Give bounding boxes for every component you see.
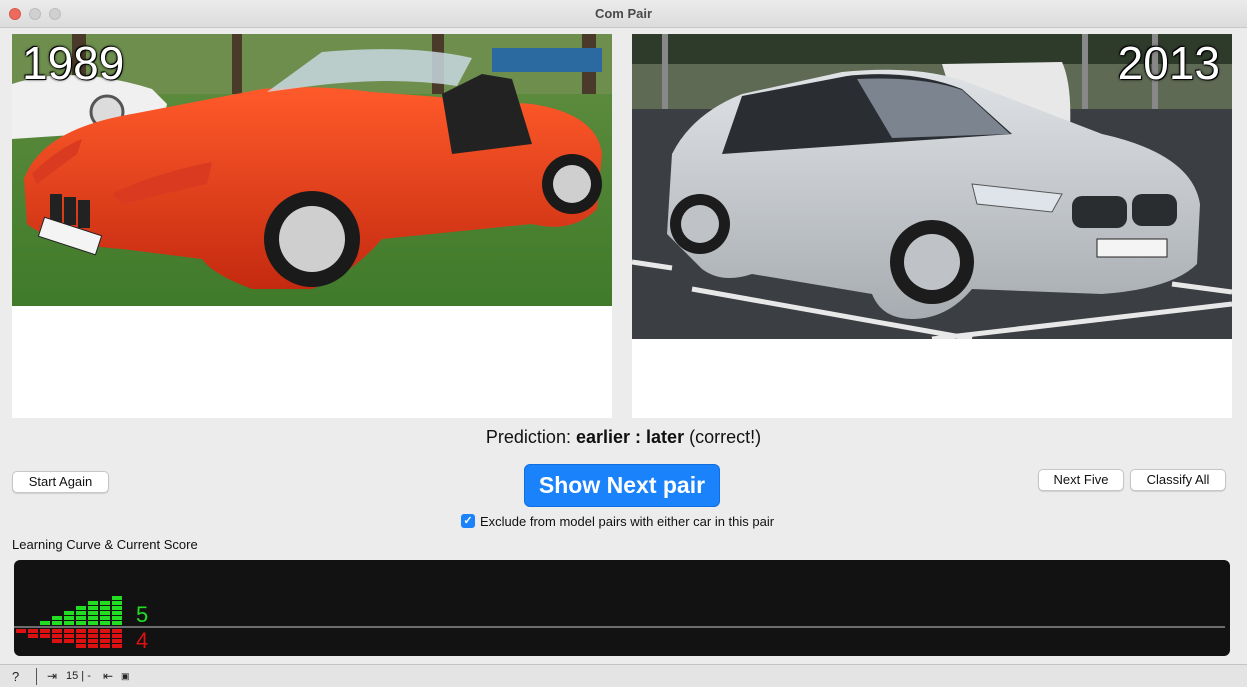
correct-bar-segment [100, 601, 110, 605]
wrong-bar-segment [40, 634, 50, 638]
correct-bar-segment [76, 621, 86, 625]
correct-score: 5 [136, 602, 148, 627]
correct-bar-segment [64, 611, 74, 615]
correct-bar-segment [100, 621, 110, 625]
wrong-bar-segment [52, 634, 62, 638]
wrong-bar-segment [112, 634, 122, 638]
wrong-score: 4 [136, 628, 148, 653]
correct-bar-segment [112, 611, 122, 615]
show-next-pair-button[interactable]: Show Next pair [524, 464, 720, 507]
prediction-prefix: Prediction: [485, 427, 571, 447]
correct-bar-segment [88, 606, 98, 610]
learning-curve-label: Learning Curve & Current Score [12, 537, 198, 552]
wrong-bar-segment [112, 639, 122, 643]
correct-bar-segment [52, 616, 62, 620]
wrong-bar-segment [76, 629, 86, 633]
correct-bar-segment [76, 606, 86, 610]
wrong-bar-segment [52, 629, 62, 633]
learning-curve-chart: 5 4 [14, 596, 1225, 653]
wrong-bar-segment [76, 644, 86, 648]
wrong-bar-segment [52, 639, 62, 643]
correct-bar-segment [112, 606, 122, 610]
correct-bar-segment [64, 616, 74, 620]
wrong-bar-segment [100, 639, 110, 643]
correct-bar-segment [112, 596, 122, 600]
wrong-bar-segment [100, 644, 110, 648]
correct-bar-segment [76, 611, 86, 615]
prediction-text: Prediction: earlier : later (correct!) [0, 427, 1247, 448]
learning-curve-panel: 5 4 [14, 560, 1230, 656]
wrong-bar-segment [64, 639, 74, 643]
wrong-bar-segment [28, 629, 38, 633]
exclude-label: Exclude from model pairs with either car… [480, 513, 775, 529]
correct-bar-segment [88, 601, 98, 605]
wrong-bar-segment [88, 639, 98, 643]
question-icon[interactable]: ? [12, 669, 19, 684]
classify-all-button[interactable]: Classify All [1130, 469, 1226, 491]
correct-bar-segment [64, 621, 74, 625]
correct-bar-segment [100, 606, 110, 610]
wrong-bar-segment [112, 644, 122, 648]
app-window: Com Pair 1989 2013 Prediction: earlier:… [0, 0, 1247, 687]
sign-out-icon: ⇤ [103, 669, 114, 683]
wrong-bar-segment [100, 629, 110, 633]
correct-bar-segment [100, 611, 110, 615]
wrong-bar-segment [76, 634, 86, 638]
correct-bar-segment [76, 616, 86, 620]
correct-bar-segment [112, 601, 122, 605]
wrong-bar-segment [64, 634, 74, 638]
correct-bar-segment [40, 621, 50, 625]
prediction-separator: : [635, 427, 642, 447]
correct-bar-segment [88, 616, 98, 620]
wrong-bar-segment [16, 629, 26, 633]
status-divider [36, 668, 37, 685]
wrong-bar-segment [100, 634, 110, 638]
wrong-bar-segment [28, 634, 38, 638]
prediction-right-choice: later [646, 427, 685, 447]
sign-in-icon: ⇥ [47, 669, 58, 683]
left-year-label: 1989 [22, 37, 125, 89]
output-indicator: ▣ [121, 671, 130, 681]
exclude-checkbox[interactable]: ✓ [461, 514, 475, 528]
status-bar: ? ⇥ 15 | - ⇤ ▣ [0, 664, 1247, 687]
right-image-panel: 2013 [632, 34, 1232, 418]
input-count: 15 | - [66, 670, 91, 682]
window-title: Com Pair [594, 6, 653, 21]
wrong-bar-segment [76, 639, 86, 643]
prediction-left-choice: earlier [575, 427, 631, 447]
correct-bar-segment [88, 611, 98, 615]
exclude-option[interactable]: ✓ Exclude from model pairs with either c… [461, 512, 774, 530]
wrong-bar-segment [112, 629, 122, 633]
wrong-bar-segment [40, 629, 50, 633]
prediction-result: (correct!) [689, 427, 762, 447]
right-year-label: 2013 [1117, 37, 1220, 89]
correct-bar-segment [100, 616, 110, 620]
correct-bar-segment [112, 621, 122, 625]
correct-bar-segment [112, 616, 122, 620]
wrong-bar-segment [88, 644, 98, 648]
wrong-bar-segment [88, 634, 98, 638]
title-bar: Com Pair [0, 0, 1247, 28]
next-five-button[interactable]: Next Five [1038, 469, 1124, 491]
start-again-button[interactable]: Start Again [12, 471, 109, 493]
wrong-bar-segment [64, 629, 74, 633]
wrong-bar-segment [88, 629, 98, 633]
correct-bar-segment [52, 621, 62, 625]
left-image-panel: 1989 [12, 34, 612, 418]
correct-bar-segment [88, 621, 98, 625]
